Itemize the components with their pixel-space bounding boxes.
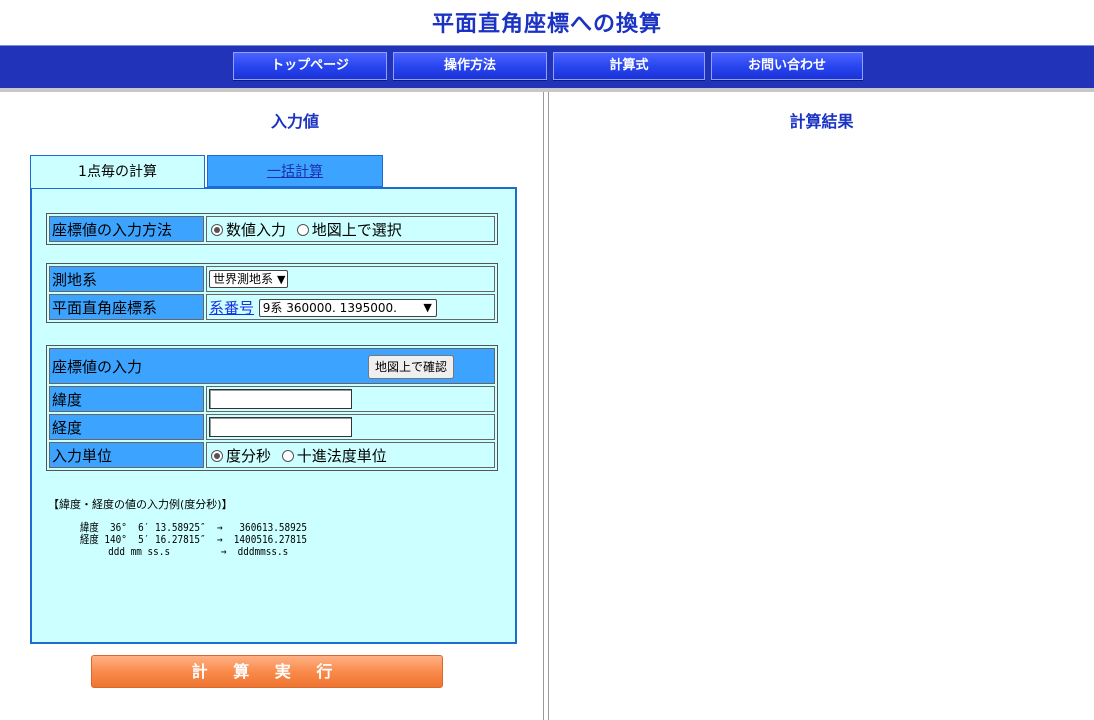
input-method-table: 座標値の入力方法 数値入力 地図上で選択 bbox=[46, 213, 498, 245]
map-select-label[interactable]: 地図上で選択 bbox=[312, 221, 402, 239]
example-line: ddd mm ss.s → dddmmss.s bbox=[80, 545, 289, 558]
latitude-cell bbox=[206, 386, 495, 412]
column-divider bbox=[543, 92, 549, 720]
input-method-options: 数値入力 地図上で選択 bbox=[206, 216, 495, 242]
decimal-degree-radio[interactable] bbox=[281, 449, 294, 462]
datum-select[interactable]: 世界測地系 ▼ bbox=[209, 270, 289, 289]
nav-top-page-button[interactable]: トップページ bbox=[233, 52, 387, 80]
decimal-degree-label[interactable]: 十進法度単位 bbox=[297, 447, 387, 465]
page-title: 平面直角座標への換算 bbox=[431, 12, 662, 37]
plane-system-label: 平面直角座標系 bbox=[49, 294, 204, 320]
example-title: 【緯度・経度の値の入力例(度分秒)】 bbox=[48, 498, 233, 511]
nav-usage-button[interactable]: 操作方法 bbox=[393, 52, 547, 80]
result-section-title: 計算結果 bbox=[789, 112, 854, 131]
nav-formula-button[interactable]: 計算式 bbox=[553, 52, 705, 80]
coord-input-table: 座標値の入力 地図上で確認 緯度 経度 入力単位 度分秒 十進法度単位 bbox=[46, 345, 498, 471]
dms-radio[interactable] bbox=[211, 449, 223, 462]
map-confirm-button[interactable]: 地図上で確認 bbox=[367, 355, 454, 379]
input-section-title: 入力値 bbox=[270, 112, 319, 131]
top-navbar: トップページ 操作方法 計算式 お問い合わせ bbox=[0, 45, 1094, 88]
map-select-radio[interactable] bbox=[296, 223, 309, 236]
longitude-cell bbox=[206, 414, 495, 440]
input-method-label: 座標値の入力方法 bbox=[49, 216, 204, 242]
calculate-button[interactable]: 計 算 実 行 bbox=[91, 655, 443, 688]
longitude-label: 経度 bbox=[49, 414, 204, 440]
coord-input-label: 座標値の入力 bbox=[52, 357, 143, 376]
tab-single-point[interactable]: 1点毎の計算 bbox=[30, 155, 205, 188]
datum-table: 測地系 世界測地系 ▼ 平面直角座標系 系番号 9系 360000. 139500… bbox=[46, 263, 498, 323]
datum-selected-value: 世界測地系 bbox=[213, 272, 274, 287]
chevron-down-icon: ▼ bbox=[423, 301, 432, 314]
latitude-label: 緯度 bbox=[49, 386, 204, 412]
example-block: 緯度 36° 6′ 13.58925″ → 360613.58925 経度 140… bbox=[80, 522, 307, 558]
plane-system-select[interactable]: 9系 360000. 1395000. ▼ bbox=[258, 299, 437, 317]
numeric-input-radio[interactable] bbox=[211, 223, 223, 236]
numeric-input-label[interactable]: 数値入力 bbox=[226, 221, 286, 239]
coord-input-header: 座標値の入力 地図上で確認 bbox=[49, 348, 495, 384]
plane-system-value-cell: 系番号 9系 360000. 1395000. ▼ bbox=[206, 294, 495, 320]
tab-batch[interactable]: 一括計算 bbox=[207, 155, 383, 187]
unit-options: 度分秒 十進法度単位 bbox=[206, 442, 495, 468]
unit-label: 入力単位 bbox=[49, 442, 204, 468]
longitude-input[interactable] bbox=[209, 417, 352, 437]
latitude-input[interactable] bbox=[209, 389, 352, 409]
plane-system-selected-value: 9系 360000. 1395000. bbox=[262, 301, 397, 315]
dms-label[interactable]: 度分秒 bbox=[226, 447, 271, 465]
system-number-link[interactable]: 系番号 bbox=[209, 299, 254, 317]
datum-value-cell: 世界測地系 ▼ bbox=[206, 266, 495, 292]
chevron-down-icon: ▼ bbox=[277, 273, 286, 287]
datum-label: 測地系 bbox=[49, 266, 204, 292]
nav-contact-button[interactable]: お問い合わせ bbox=[711, 52, 863, 80]
